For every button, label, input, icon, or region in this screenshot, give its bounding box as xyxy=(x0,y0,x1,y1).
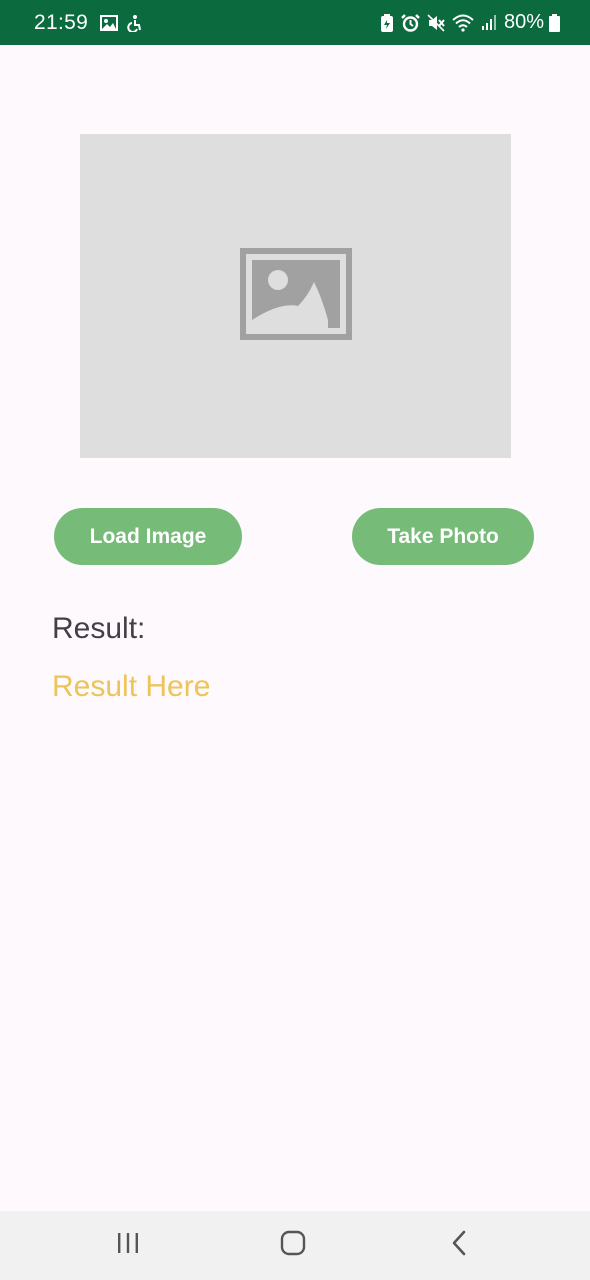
load-image-button[interactable]: Load Image xyxy=(54,508,242,565)
status-time: 21:59 xyxy=(34,10,89,34)
battery-percent: 80% xyxy=(503,11,544,33)
recent-apps-button[interactable] xyxy=(88,1211,168,1280)
back-icon xyxy=(451,1230,467,1261)
image-placeholder-icon xyxy=(239,247,352,345)
cellular-signal-icon xyxy=(481,14,497,31)
battery-icon xyxy=(549,13,560,32)
home-button[interactable] xyxy=(253,1211,333,1280)
battery-saver-icon xyxy=(380,13,394,32)
wifi-icon xyxy=(452,14,474,32)
status-bar-left: 21:59 xyxy=(34,11,150,35)
home-icon xyxy=(280,1230,306,1261)
result-label: Result: xyxy=(52,612,146,645)
take-photo-button[interactable]: Take Photo xyxy=(352,508,534,565)
result-value: Result Here xyxy=(52,670,211,703)
navigation-bar xyxy=(0,1211,590,1280)
alarm-icon xyxy=(401,13,420,32)
recent-apps-icon xyxy=(116,1232,140,1259)
image-preview xyxy=(80,134,511,458)
gallery-notification-icon xyxy=(100,14,119,31)
back-button[interactable] xyxy=(419,1211,499,1280)
status-bar: 21:59 80% xyxy=(0,0,590,45)
mute-icon xyxy=(427,13,445,32)
accessibility-notification-icon xyxy=(126,14,142,32)
status-bar-right: 80% xyxy=(380,11,560,34)
